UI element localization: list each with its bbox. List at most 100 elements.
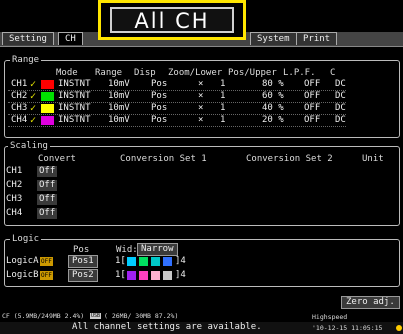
mode-value[interactable]: INSTNT [58, 103, 91, 114]
lpf-value[interactable]: OFF [304, 103, 320, 114]
logic-off-tag[interactable]: OFF [40, 271, 53, 280]
header-conversion-set-2: Conversion Set 2 [246, 154, 333, 164]
logic-end-label: ]4 [175, 270, 186, 280]
coupling-value[interactable]: DC [335, 115, 346, 126]
channel-label: CH3 [11, 103, 28, 113]
zoom-multiply-icon: × [198, 115, 204, 125]
logic-bit-color [127, 271, 136, 280]
tab-ch[interactable]: CH [58, 32, 83, 45]
coupling-value[interactable]: DC [335, 91, 346, 102]
pos-value[interactable]: 60 % [262, 91, 284, 102]
check-icon[interactable]: ✓ [30, 115, 36, 126]
logic-bit-color [139, 257, 148, 266]
channel-color-swatch [41, 116, 54, 125]
scaling-channel-label: CH2 [6, 180, 23, 190]
logic-bit-color [151, 271, 160, 280]
usb-storage-status: ( 26MB/ 30MB 87.2%) [104, 312, 179, 320]
logic-end-label: ]4 [175, 256, 186, 266]
range-value[interactable]: 10mV [108, 115, 130, 126]
logic-bit-color [139, 271, 148, 280]
pos-value[interactable]: 40 % [262, 103, 284, 114]
header-unit: Unit [362, 154, 384, 164]
range-legend: Range [10, 55, 42, 65]
check-icon[interactable]: ✓ [30, 103, 36, 114]
logic-pos-button[interactable]: Pos2 [68, 269, 98, 282]
coupling-value[interactable]: DC [335, 79, 346, 90]
logic-bit-color [163, 271, 172, 280]
check-icon[interactable]: ✓ [30, 79, 36, 90]
coupling-value[interactable]: DC [335, 103, 346, 114]
scaling-legend: Scaling [8, 141, 50, 151]
disp-value[interactable]: Pos [151, 115, 167, 126]
lpf-value[interactable]: OFF [304, 91, 320, 102]
convert-toggle[interactable]: Off [37, 194, 58, 205]
zoom-value[interactable]: 1 [220, 115, 225, 126]
cf-storage-status: CF (5.9MB/249MB 2.4%) [2, 312, 85, 320]
header-disp: Disp [134, 68, 156, 78]
disp-value[interactable]: Pos [151, 103, 167, 114]
pos-value[interactable]: 20 % [262, 115, 284, 126]
logic-pos-button[interactable]: Pos1 [68, 255, 98, 268]
zoom-multiply-icon: × [198, 91, 204, 101]
range-value[interactable]: 10mV [108, 91, 130, 102]
pos-value[interactable]: 80 % [262, 79, 284, 90]
channel-color-swatch [41, 92, 54, 101]
logic-start-label: 1[ [115, 256, 126, 266]
zoom-value[interactable]: 1 [220, 103, 225, 114]
scaling-channel-label: CH4 [6, 208, 23, 218]
title-highlight: All CH [98, 0, 246, 40]
wid-label: Wid: [116, 245, 138, 255]
logic-off-tag[interactable]: OFF [40, 257, 53, 266]
channel-color-swatch [41, 80, 54, 89]
logic-start-label: 1[ [115, 270, 126, 280]
disp-value[interactable]: Pos [151, 79, 167, 90]
logic-name: LogicA [6, 256, 39, 266]
logic-legend: Logic [10, 234, 42, 244]
zoom-value[interactable]: 1 [220, 79, 225, 90]
channel-label: CH2 [11, 91, 28, 101]
tab-system[interactable]: System [250, 32, 297, 45]
status-bar: CF (5.9MB/249MB 2.4%) USB ( 26MB/ 30MB 8… [0, 311, 403, 322]
header-pos-upper: Pos/Upper [228, 68, 277, 78]
status-message: All channel settings are available. [72, 322, 262, 332]
check-icon[interactable]: ✓ [30, 91, 36, 102]
header-convert: Convert [38, 154, 76, 164]
lpf-value[interactable]: OFF [304, 79, 320, 90]
logic-name: LogicB [6, 270, 39, 280]
mode-value[interactable]: INSTNT [58, 91, 91, 102]
tab-setting[interactable]: Setting [2, 32, 54, 45]
zoom-value[interactable]: 1 [220, 91, 225, 102]
header-mode: Mode [56, 68, 78, 78]
convert-toggle[interactable]: Off [37, 180, 58, 191]
logic-bit-color [127, 257, 136, 266]
zoom-multiply-icon: × [198, 103, 204, 113]
channel-label: CH1 [11, 79, 28, 89]
header-range: Range [95, 68, 123, 78]
header-coupling: C [330, 68, 336, 78]
lpf-value[interactable]: OFF [304, 115, 320, 126]
message-bar: All channel settings are available. '10-… [0, 322, 403, 334]
channel-label: CH4 [11, 115, 28, 125]
convert-toggle[interactable]: Off [37, 208, 58, 219]
logic-bit-color [151, 257, 160, 266]
channel-color-swatch [41, 104, 54, 113]
datetime: '10-12-15 11:05:15 [312, 324, 383, 332]
logic-group [4, 239, 400, 287]
usb-icon: USB [90, 313, 102, 319]
scaling-channel-label: CH3 [6, 194, 23, 204]
tab-print[interactable]: Print [296, 32, 338, 45]
convert-toggle[interactable]: Off [37, 166, 58, 177]
indicator-icon [396, 325, 402, 331]
wid-select[interactable]: Narrow [137, 243, 178, 256]
range-value[interactable]: 10mV [108, 79, 130, 90]
mode-value[interactable]: INSTNT [58, 115, 91, 126]
header-logic-pos: Pos [73, 245, 90, 255]
mode-value[interactable]: INSTNT [58, 79, 91, 90]
disp-value[interactable]: Pos [151, 91, 167, 102]
header-conversion-set-1: Conversion Set 1 [120, 154, 207, 164]
zero-adj-button[interactable]: Zero adj. [341, 296, 400, 309]
header-lpf: L.P.F. [283, 68, 316, 78]
page-title: All CH [110, 7, 234, 33]
zoom-multiply-icon: × [198, 79, 204, 89]
range-value[interactable]: 10mV [108, 103, 130, 114]
